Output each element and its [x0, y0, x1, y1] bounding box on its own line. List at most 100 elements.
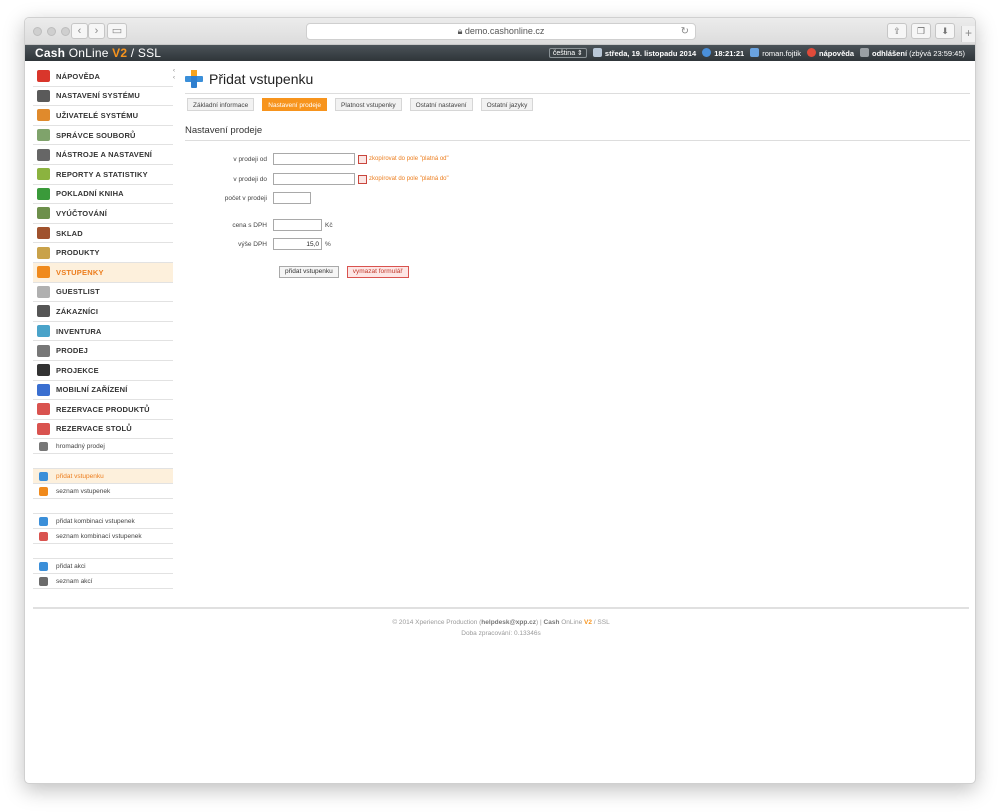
- sidebar-icon: ▭: [111, 25, 123, 37]
- sidebar-submenu: hromadný prodej přidat vstupenku seznam vs…: [33, 439, 173, 590]
- warehouse-icon: [37, 227, 50, 240]
- submenu-item[interactable]: přidat kombinaci vstupenek: [33, 514, 173, 530]
- submenu-item[interactable]: seznam kombinací vstupenek: [33, 529, 173, 545]
- sidebar-item[interactable]: PROJEKCE: [33, 361, 173, 381]
- sidebar-item[interactable]: POKLADNÍ KNIHA: [33, 185, 173, 205]
- combo-icon: [39, 531, 48, 541]
- user-icon: [750, 48, 760, 57]
- form-actions: přidat vstupenku vymazat formulář: [279, 266, 409, 278]
- page-header: Přidat vstupenku: [185, 67, 970, 91]
- mobile-icon: [37, 383, 50, 396]
- sidebar-item[interactable]: ZÁKAZNÍCI: [33, 302, 173, 322]
- user-link[interactable]: roman.fojtik: [750, 48, 801, 58]
- sidebar-toggle-button[interactable]: ▭: [107, 23, 127, 39]
- app-logo[interactable]: Cash OnLine V2 / SSL: [35, 46, 161, 60]
- projection-icon: [37, 364, 50, 377]
- downloads-button[interactable]: ⬇: [935, 23, 955, 39]
- sale-to-input[interactable]: [273, 173, 355, 185]
- minimize-window-button[interactable]: [47, 27, 56, 36]
- reload-icon[interactable]: ↻: [681, 24, 689, 39]
- sidebar-item-label: VYÚČTOVÁNÍ: [56, 208, 108, 218]
- tab[interactable]: Základní informace: [187, 98, 255, 111]
- sidebar-item[interactable]: MOBILNÍ ZAŘÍZENÍ: [33, 381, 173, 401]
- add-ticket-button[interactable]: přidat vstupenku: [279, 266, 339, 278]
- count-input[interactable]: [273, 192, 311, 204]
- sidebar-item[interactable]: VSTUPENKY: [33, 262, 173, 283]
- language-value: čeština: [552, 50, 576, 57]
- sidebar-item-label: ZÁKAZNÍCI: [56, 306, 99, 316]
- vat-input[interactable]: [273, 238, 322, 250]
- calendar-icon[interactable]: [358, 174, 367, 184]
- zoom-window-button[interactable]: [61, 27, 70, 36]
- calendar-icon: [592, 48, 602, 57]
- sidebar-item[interactable]: REZERVACE PRODUKTŮ: [33, 400, 173, 420]
- language-select[interactable]: čeština ⇕: [548, 48, 587, 58]
- forward-button[interactable]: ›: [88, 23, 105, 39]
- clear-form-button[interactable]: vymazat formulář: [346, 266, 409, 278]
- tabs-button[interactable]: ❐: [911, 23, 931, 39]
- price-input[interactable]: [273, 219, 322, 231]
- help-icon: [37, 70, 50, 83]
- tab[interactable]: Ostatní nastavení: [409, 98, 473, 111]
- sidebar-item[interactable]: SPRÁVCE SOUBORŮ: [33, 126, 173, 146]
- users-icon: [37, 109, 50, 122]
- list-icon: [39, 576, 48, 586]
- submenu-item[interactable]: přidat vstupenku: [33, 469, 173, 485]
- sale-from-input[interactable]: [273, 153, 355, 165]
- sidebar-item[interactable]: REPORTY A STATISTIKY: [33, 165, 173, 185]
- sidebar-item[interactable]: GUESTLIST: [33, 283, 173, 303]
- section-title: Nastavení prodeje: [185, 125, 263, 136]
- chart-icon: [37, 168, 50, 181]
- share-button[interactable]: ⇪: [887, 23, 907, 39]
- sidebar-item-label: PROJEKCE: [56, 365, 99, 375]
- main-content: Přidat vstupenku Základní informace Nasta…: [185, 67, 970, 285]
- sidebar-item[interactable]: REZERVACE STOLŮ: [33, 420, 173, 440]
- sale-settings-form: v prodeji od zkopírovat do pole "platná …: [185, 145, 970, 285]
- tab[interactable]: Nastavení prodeje: [262, 98, 328, 111]
- copy-to-valid-from-link[interactable]: zkopírovat do pole "platná od": [369, 156, 449, 162]
- sidebar-item-label: SPRÁVCE SOUBORŮ: [56, 130, 136, 140]
- price-row: cena s DPH Kč: [185, 219, 333, 231]
- sidebar-item-label: MOBILNÍ ZAŘÍZENÍ: [56, 385, 128, 395]
- tab[interactable]: Platnost vstupenky: [335, 98, 402, 111]
- submenu-item-label: seznam kombinací vstupenek: [56, 532, 142, 540]
- submenu-item[interactable]: přidat akci: [33, 559, 173, 575]
- add-icon: [39, 561, 48, 571]
- sidebar-item-label: SKLAD: [56, 228, 83, 238]
- submenu-item[interactable]: seznam vstupenek: [33, 484, 173, 500]
- sidebar-item[interactable]: NÁPOVĚDA: [33, 67, 173, 87]
- copy-to-valid-to-link[interactable]: zkopírovat do pole "platná do": [369, 176, 449, 182]
- back-button[interactable]: ‹: [71, 23, 88, 39]
- inventory-icon: [37, 325, 50, 338]
- form-tabs: Základní informace Nastavení prodeje Platn…: [185, 98, 970, 111]
- sidebar-item-label: VSTUPENKY: [56, 267, 104, 277]
- footer-email-link[interactable]: helpdesk@xpp.cz: [481, 619, 536, 626]
- price-unit: Kč: [325, 221, 333, 229]
- help-link[interactable]: nápověda: [807, 48, 854, 58]
- submenu-item[interactable]: hromadný prodej: [33, 439, 173, 455]
- sidebar-item[interactable]: PRODEJ: [33, 341, 173, 361]
- submenu-item-label: přidat akci: [56, 562, 86, 570]
- tabs-icon: ❐: [916, 26, 926, 36]
- sidebar-item[interactable]: UŽIVATELÉ SYSTÉMU: [33, 106, 173, 126]
- count-row: počet v prodeji: [185, 192, 311, 204]
- sidebar-item[interactable]: NÁSTROJE A NASTAVENÍ: [33, 145, 173, 165]
- logout-link[interactable]: odhlášení (zbývá 23:59:45): [860, 48, 965, 58]
- sidebar-item[interactable]: PRODUKTY: [33, 243, 173, 263]
- sidebar-item[interactable]: VYÚČTOVÁNÍ: [33, 204, 173, 224]
- sidebar-item[interactable]: SKLAD: [33, 224, 173, 244]
- logout-text: odhlášení: [872, 49, 908, 58]
- submenu-item[interactable]: seznam akcí: [33, 574, 173, 590]
- calendar-icon[interactable]: [358, 154, 367, 164]
- sidebar-item[interactable]: INVENTURA: [33, 322, 173, 342]
- address-bar[interactable]: 🔒︎ demo.cashonline.cz ↻: [306, 23, 696, 40]
- close-window-button[interactable]: [33, 27, 42, 36]
- url-text: demo.cashonline.cz: [464, 26, 545, 36]
- collapse-sidebar-icon[interactable]: ‹ ‹: [173, 68, 175, 82]
- download-icon: ⬇: [941, 26, 949, 36]
- new-tab-button[interactable]: +: [961, 26, 975, 42]
- tab[interactable]: Ostatní jazyky: [480, 98, 534, 111]
- tools-icon: [37, 89, 50, 102]
- sidebar-item-label: NÁPOVĚDA: [56, 71, 101, 81]
- sidebar-item[interactable]: NASTAVENÍ SYSTÉMU: [33, 87, 173, 107]
